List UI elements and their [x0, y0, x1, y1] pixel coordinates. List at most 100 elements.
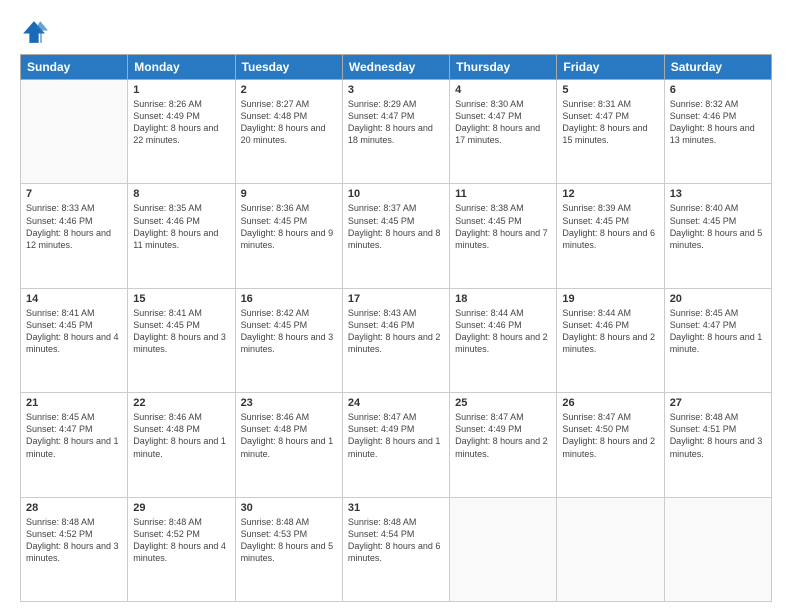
day-number: 10 — [348, 188, 444, 200]
day-info: Sunrise: 8:31 AMSunset: 4:47 PMDaylight:… — [562, 98, 658, 147]
day-number: 19 — [562, 293, 658, 305]
calendar-cell: 22 Sunrise: 8:46 AMSunset: 4:48 PMDaylig… — [128, 393, 235, 497]
day-info: Sunrise: 8:48 AMSunset: 4:54 PMDaylight:… — [348, 516, 444, 565]
day-info: Sunrise: 8:30 AMSunset: 4:47 PMDaylight:… — [455, 98, 551, 147]
day-number: 3 — [348, 84, 444, 96]
calendar-cell: 20 Sunrise: 8:45 AMSunset: 4:47 PMDaylig… — [664, 288, 771, 392]
day-number: 21 — [26, 397, 122, 409]
calendar-table: SundayMondayTuesdayWednesdayThursdayFrid… — [20, 54, 772, 602]
calendar-cell: 24 Sunrise: 8:47 AMSunset: 4:49 PMDaylig… — [342, 393, 449, 497]
day-info: Sunrise: 8:26 AMSunset: 4:49 PMDaylight:… — [133, 98, 229, 147]
calendar-cell: 7 Sunrise: 8:33 AMSunset: 4:46 PMDayligh… — [21, 184, 128, 288]
calendar-cell: 23 Sunrise: 8:46 AMSunset: 4:48 PMDaylig… — [235, 393, 342, 497]
calendar-row: 14 Sunrise: 8:41 AMSunset: 4:45 PMDaylig… — [21, 288, 772, 392]
day-number: 6 — [670, 84, 766, 96]
calendar-row: 7 Sunrise: 8:33 AMSunset: 4:46 PMDayligh… — [21, 184, 772, 288]
calendar-cell: 16 Sunrise: 8:42 AMSunset: 4:45 PMDaylig… — [235, 288, 342, 392]
day-info: Sunrise: 8:48 AMSunset: 4:52 PMDaylight:… — [26, 516, 122, 565]
calendar-cell — [664, 497, 771, 601]
header-day: Sunday — [21, 55, 128, 80]
day-number: 1 — [133, 84, 229, 96]
calendar-cell: 31 Sunrise: 8:48 AMSunset: 4:54 PMDaylig… — [342, 497, 449, 601]
calendar-cell: 9 Sunrise: 8:36 AMSunset: 4:45 PMDayligh… — [235, 184, 342, 288]
calendar-cell: 2 Sunrise: 8:27 AMSunset: 4:48 PMDayligh… — [235, 80, 342, 184]
day-info: Sunrise: 8:39 AMSunset: 4:45 PMDaylight:… — [562, 202, 658, 251]
day-info: Sunrise: 8:29 AMSunset: 4:47 PMDaylight:… — [348, 98, 444, 147]
calendar-row: 1 Sunrise: 8:26 AMSunset: 4:49 PMDayligh… — [21, 80, 772, 184]
day-number: 22 — [133, 397, 229, 409]
header-day: Thursday — [450, 55, 557, 80]
header-day: Monday — [128, 55, 235, 80]
day-number: 31 — [348, 502, 444, 514]
day-number: 15 — [133, 293, 229, 305]
header-day: Friday — [557, 55, 664, 80]
day-info: Sunrise: 8:43 AMSunset: 4:46 PMDaylight:… — [348, 307, 444, 356]
day-info: Sunrise: 8:42 AMSunset: 4:45 PMDaylight:… — [241, 307, 337, 356]
day-number: 27 — [670, 397, 766, 409]
calendar-cell: 26 Sunrise: 8:47 AMSunset: 4:50 PMDaylig… — [557, 393, 664, 497]
calendar-cell: 4 Sunrise: 8:30 AMSunset: 4:47 PMDayligh… — [450, 80, 557, 184]
header-day: Wednesday — [342, 55, 449, 80]
day-info: Sunrise: 8:44 AMSunset: 4:46 PMDaylight:… — [455, 307, 551, 356]
calendar-cell: 12 Sunrise: 8:39 AMSunset: 4:45 PMDaylig… — [557, 184, 664, 288]
day-info: Sunrise: 8:44 AMSunset: 4:46 PMDaylight:… — [562, 307, 658, 356]
day-number: 30 — [241, 502, 337, 514]
day-info: Sunrise: 8:41 AMSunset: 4:45 PMDaylight:… — [26, 307, 122, 356]
day-number: 23 — [241, 397, 337, 409]
day-info: Sunrise: 8:48 AMSunset: 4:53 PMDaylight:… — [241, 516, 337, 565]
day-number: 4 — [455, 84, 551, 96]
day-info: Sunrise: 8:46 AMSunset: 4:48 PMDaylight:… — [133, 411, 229, 460]
calendar-cell: 13 Sunrise: 8:40 AMSunset: 4:45 PMDaylig… — [664, 184, 771, 288]
header-row: SundayMondayTuesdayWednesdayThursdayFrid… — [21, 55, 772, 80]
calendar-cell: 6 Sunrise: 8:32 AMSunset: 4:46 PMDayligh… — [664, 80, 771, 184]
calendar-cell: 15 Sunrise: 8:41 AMSunset: 4:45 PMDaylig… — [128, 288, 235, 392]
day-number: 14 — [26, 293, 122, 305]
day-number: 28 — [26, 502, 122, 514]
day-info: Sunrise: 8:47 AMSunset: 4:49 PMDaylight:… — [455, 411, 551, 460]
header-day: Saturday — [664, 55, 771, 80]
day-number: 25 — [455, 397, 551, 409]
calendar-cell: 19 Sunrise: 8:44 AMSunset: 4:46 PMDaylig… — [557, 288, 664, 392]
day-number: 17 — [348, 293, 444, 305]
day-info: Sunrise: 8:47 AMSunset: 4:50 PMDaylight:… — [562, 411, 658, 460]
calendar-cell — [21, 80, 128, 184]
calendar-cell: 17 Sunrise: 8:43 AMSunset: 4:46 PMDaylig… — [342, 288, 449, 392]
calendar-cell: 29 Sunrise: 8:48 AMSunset: 4:52 PMDaylig… — [128, 497, 235, 601]
day-info: Sunrise: 8:48 AMSunset: 4:51 PMDaylight:… — [670, 411, 766, 460]
header — [20, 18, 772, 46]
day-number: 2 — [241, 84, 337, 96]
calendar-cell: 8 Sunrise: 8:35 AMSunset: 4:46 PMDayligh… — [128, 184, 235, 288]
day-number: 13 — [670, 188, 766, 200]
day-number: 16 — [241, 293, 337, 305]
calendar-cell: 25 Sunrise: 8:47 AMSunset: 4:49 PMDaylig… — [450, 393, 557, 497]
day-info: Sunrise: 8:32 AMSunset: 4:46 PMDaylight:… — [670, 98, 766, 147]
logo-icon — [20, 18, 48, 46]
header-day: Tuesday — [235, 55, 342, 80]
logo — [20, 18, 50, 46]
calendar-cell: 1 Sunrise: 8:26 AMSunset: 4:49 PMDayligh… — [128, 80, 235, 184]
calendar-row: 21 Sunrise: 8:45 AMSunset: 4:47 PMDaylig… — [21, 393, 772, 497]
calendar-cell: 21 Sunrise: 8:45 AMSunset: 4:47 PMDaylig… — [21, 393, 128, 497]
day-number: 18 — [455, 293, 551, 305]
day-info: Sunrise: 8:45 AMSunset: 4:47 PMDaylight:… — [26, 411, 122, 460]
day-info: Sunrise: 8:41 AMSunset: 4:45 PMDaylight:… — [133, 307, 229, 356]
day-info: Sunrise: 8:33 AMSunset: 4:46 PMDaylight:… — [26, 202, 122, 251]
day-info: Sunrise: 8:46 AMSunset: 4:48 PMDaylight:… — [241, 411, 337, 460]
calendar-cell: 18 Sunrise: 8:44 AMSunset: 4:46 PMDaylig… — [450, 288, 557, 392]
day-number: 9 — [241, 188, 337, 200]
calendar-cell: 14 Sunrise: 8:41 AMSunset: 4:45 PMDaylig… — [21, 288, 128, 392]
page: SundayMondayTuesdayWednesdayThursdayFrid… — [0, 0, 792, 612]
day-info: Sunrise: 8:35 AMSunset: 4:46 PMDaylight:… — [133, 202, 229, 251]
day-number: 12 — [562, 188, 658, 200]
day-info: Sunrise: 8:45 AMSunset: 4:47 PMDaylight:… — [670, 307, 766, 356]
day-info: Sunrise: 8:48 AMSunset: 4:52 PMDaylight:… — [133, 516, 229, 565]
day-info: Sunrise: 8:37 AMSunset: 4:45 PMDaylight:… — [348, 202, 444, 251]
day-info: Sunrise: 8:47 AMSunset: 4:49 PMDaylight:… — [348, 411, 444, 460]
calendar-cell: 5 Sunrise: 8:31 AMSunset: 4:47 PMDayligh… — [557, 80, 664, 184]
day-number: 24 — [348, 397, 444, 409]
calendar-cell: 3 Sunrise: 8:29 AMSunset: 4:47 PMDayligh… — [342, 80, 449, 184]
day-info: Sunrise: 8:36 AMSunset: 4:45 PMDaylight:… — [241, 202, 337, 251]
calendar-cell — [557, 497, 664, 601]
day-number: 11 — [455, 188, 551, 200]
day-number: 20 — [670, 293, 766, 305]
